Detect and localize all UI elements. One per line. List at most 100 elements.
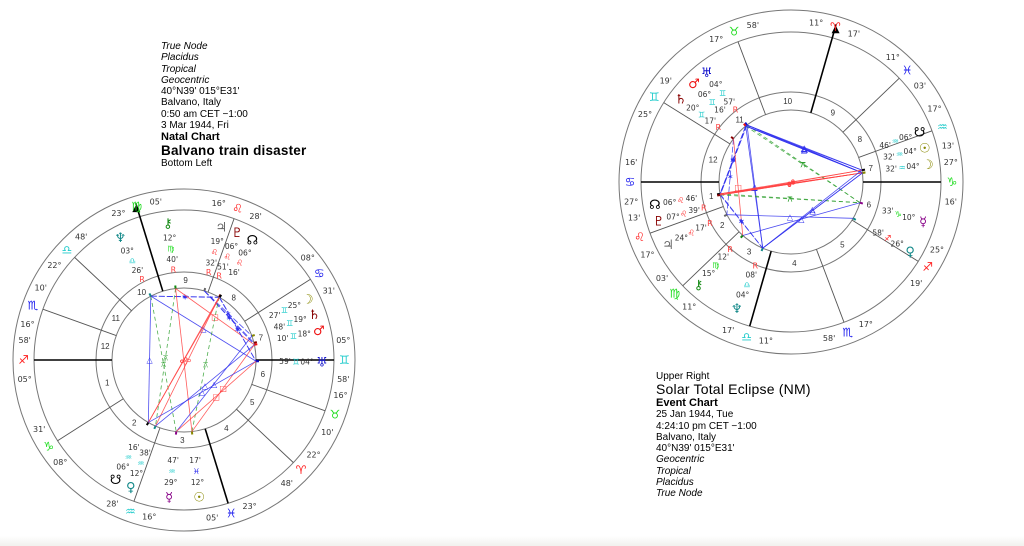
cusp-minute: 17' (848, 29, 860, 38)
planet-south-node-icon: ☋ (110, 473, 122, 488)
planet-degree: 07° (666, 212, 680, 221)
planet-degree: 04° (736, 291, 750, 300)
planet-sign-virgo-icon: ♍ (167, 244, 174, 253)
planet-sign-pisces-icon: ♓ (193, 467, 200, 476)
sign-taurus-icon: ♉ (330, 407, 341, 421)
planet-tick (760, 247, 764, 252)
planet-minute: 33' (882, 207, 894, 216)
planet-sign-libra-icon: ♎ (743, 281, 750, 290)
planet-sign-aquarius-icon: ♒ (168, 467, 175, 476)
planet-degree: 04° (300, 358, 314, 367)
cusp-minute: 31' (33, 425, 45, 434)
aspect-sextile-icon: ✶ (727, 173, 734, 182)
planet-degree: 06° (225, 242, 239, 251)
house-cusp-2 (57, 398, 124, 442)
planet-south-node-icon: ☋ (914, 125, 926, 140)
sign-pisces-icon: ♓ (902, 64, 913, 78)
planet-tick (859, 201, 864, 205)
retrograde-icon: R (733, 106, 739, 115)
house-number: 11 (112, 314, 121, 323)
cusp-minute: 58' (337, 375, 349, 384)
cusp-degree: 11° (809, 19, 823, 28)
planet-tick (730, 136, 735, 140)
planet-sign-leo-icon: ♌ (680, 209, 687, 218)
cusp-minute: 03' (656, 274, 668, 283)
house-number: 3 (180, 436, 185, 445)
cusp-minute: 58' (19, 336, 31, 345)
house-cusp-9 (842, 77, 900, 133)
cusp-degree: 11° (682, 302, 696, 311)
cusp-minute: 19' (660, 76, 672, 85)
planet-minute: 32' (883, 153, 895, 162)
retrograde-icon: R (716, 123, 722, 132)
planet-sign-aquarius-icon: ♒ (896, 150, 903, 159)
planet-sign-aquarius-icon: ♒ (125, 453, 132, 462)
planet-pluto-icon: ♇ (231, 226, 243, 241)
planet-tick (218, 294, 223, 298)
sign-sagittarius-icon: ♐ (18, 353, 29, 367)
cusp-minute: 16' (945, 197, 957, 206)
aspect-quincunx-icon: ⚻ (787, 195, 792, 204)
sign-cancer-icon: ♋ (625, 175, 636, 189)
planet-jupiter-icon: ♃ (662, 238, 674, 253)
sign-virgo-icon: ♍ (669, 286, 680, 300)
house-number: 6 (261, 370, 266, 379)
house-number: 2 (720, 221, 725, 230)
planet-sign-aquarius-icon: ♒ (899, 164, 906, 173)
chart-wheels: 105°♐58'208°♑31'316°♒28'423°♓05'522°♈48'… (12, 9, 964, 532)
house-number: 2 (132, 419, 137, 428)
aspect-sextile-icon: ✶ (738, 218, 745, 227)
house-cusp-5 (236, 408, 294, 463)
sign-libra-icon: ♎ (741, 330, 752, 344)
aspect-trine-icon: △ (211, 380, 218, 389)
cusp-minute: 13' (628, 214, 640, 223)
planet-tick (253, 341, 258, 344)
aspect-quincunx-icon: ⚻ (203, 360, 208, 369)
house-number: 9 (183, 276, 188, 285)
planet-sign-leo-icon: ♌ (211, 248, 218, 257)
planet-tick (254, 343, 258, 346)
aspect-trine-icon: △ (199, 388, 206, 397)
planet-degree: 10° (902, 213, 916, 222)
cusp-minute: 58' (747, 21, 759, 30)
sign-aries-icon: ♈ (830, 20, 841, 34)
retrograde-icon: R (216, 272, 222, 281)
house-number: 10 (137, 288, 146, 297)
retrograde-icon: R (171, 265, 177, 274)
house-number: 6 (867, 200, 872, 209)
planet-tick (723, 213, 728, 217)
house-number: 1 (709, 192, 714, 201)
sign-leo-icon: ♌ (634, 230, 645, 244)
planet-degree: 06° (899, 133, 913, 142)
planet-degree: 04° (709, 80, 723, 89)
planet-minute: 17' (705, 117, 717, 126)
cusp-degree: 05° (18, 375, 32, 384)
planet-sun-icon: ☉ (193, 490, 205, 505)
planet-minute: 58' (872, 228, 884, 237)
house-number: 8 (232, 293, 237, 302)
sign-cancer-icon: ♋ (314, 267, 325, 281)
planet-minute: 32' (885, 165, 897, 174)
house-number: 4 (224, 424, 229, 433)
retrograde-icon: R (701, 204, 707, 213)
aspect-sextile-icon: ✶ (234, 325, 241, 334)
house-cusp-4 (204, 428, 229, 504)
cusp-degree: 11° (759, 337, 773, 346)
planet-neptune-icon: ♆ (731, 302, 743, 317)
planet-uranus-icon: ♅ (316, 356, 328, 371)
planet-sign-gemini-icon: ♊ (281, 306, 288, 315)
cusp-minute: 10' (321, 428, 333, 437)
planet-tick (740, 234, 744, 239)
cusp-degree: 05° (336, 336, 350, 345)
planet-degree: 19° (294, 315, 308, 324)
house-number: 7 (259, 334, 264, 343)
retrograde-icon: R (752, 261, 758, 270)
planet-moon-icon: ☽ (922, 158, 934, 173)
house-number: 9 (831, 109, 836, 118)
cusp-degree: 27° (624, 197, 638, 206)
cusp-degree: 23° (242, 502, 256, 511)
house-number: 11 (735, 115, 744, 124)
cusp-minute: 13' (942, 142, 954, 151)
aspect-square-icon: □ (219, 384, 227, 393)
retrograde-icon: R (206, 268, 212, 277)
